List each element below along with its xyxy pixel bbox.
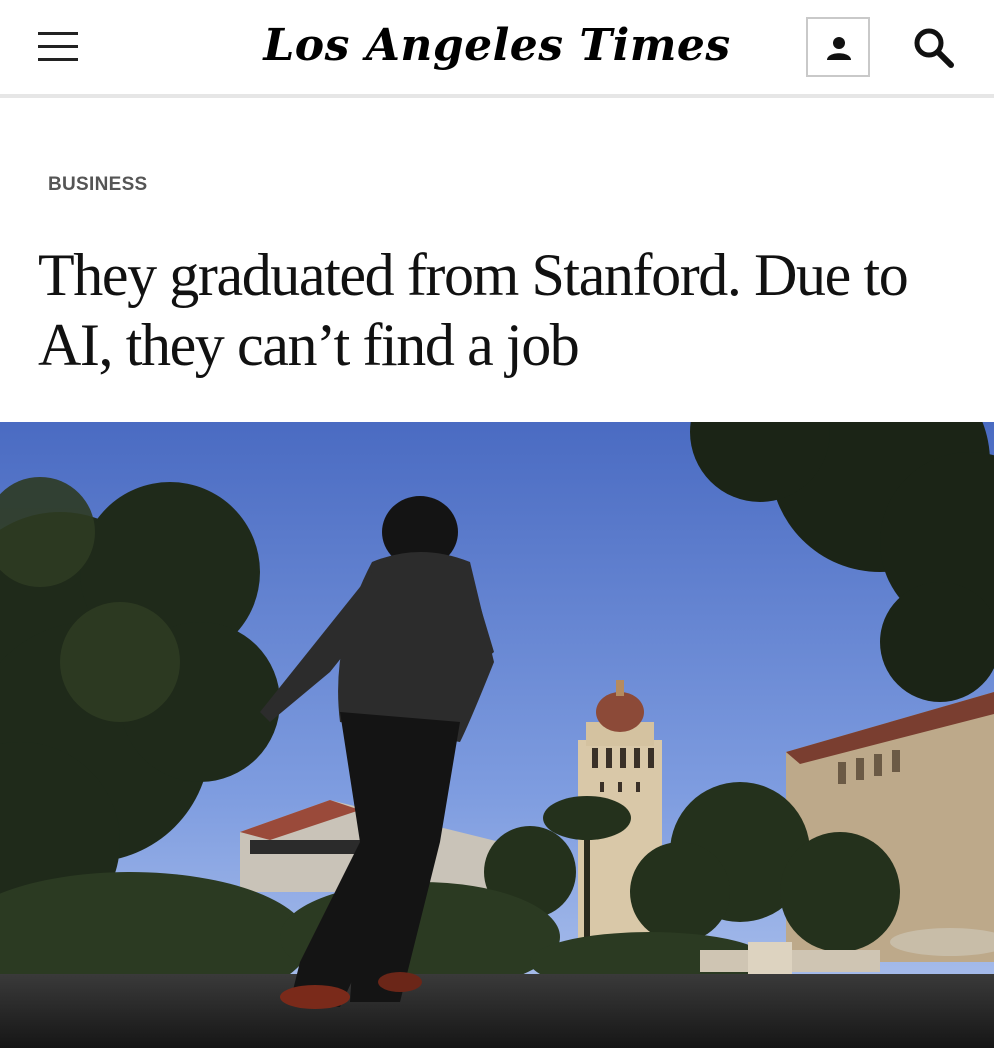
hamburger-line — [38, 45, 78, 48]
hero-image — [0, 422, 994, 1048]
hero-photo-illustration — [0, 422, 994, 1048]
hamburger-menu-icon — [38, 32, 78, 35]
user-icon — [827, 37, 851, 60]
article-headline: They graduated from Stanford. Due to AI,… — [38, 242, 909, 378]
site-header: Los Angeles Times — [0, 0, 994, 98]
hamburger-line — [38, 58, 78, 61]
site-logo[interactable]: Los Angeles Times — [250, 14, 744, 78]
search-button[interactable] — [912, 26, 956, 70]
search-icon — [914, 28, 954, 68]
section-label[interactable]: BUSINESS — [48, 174, 148, 196]
menu-button[interactable] — [38, 30, 80, 62]
account-button[interactable] — [806, 17, 870, 77]
